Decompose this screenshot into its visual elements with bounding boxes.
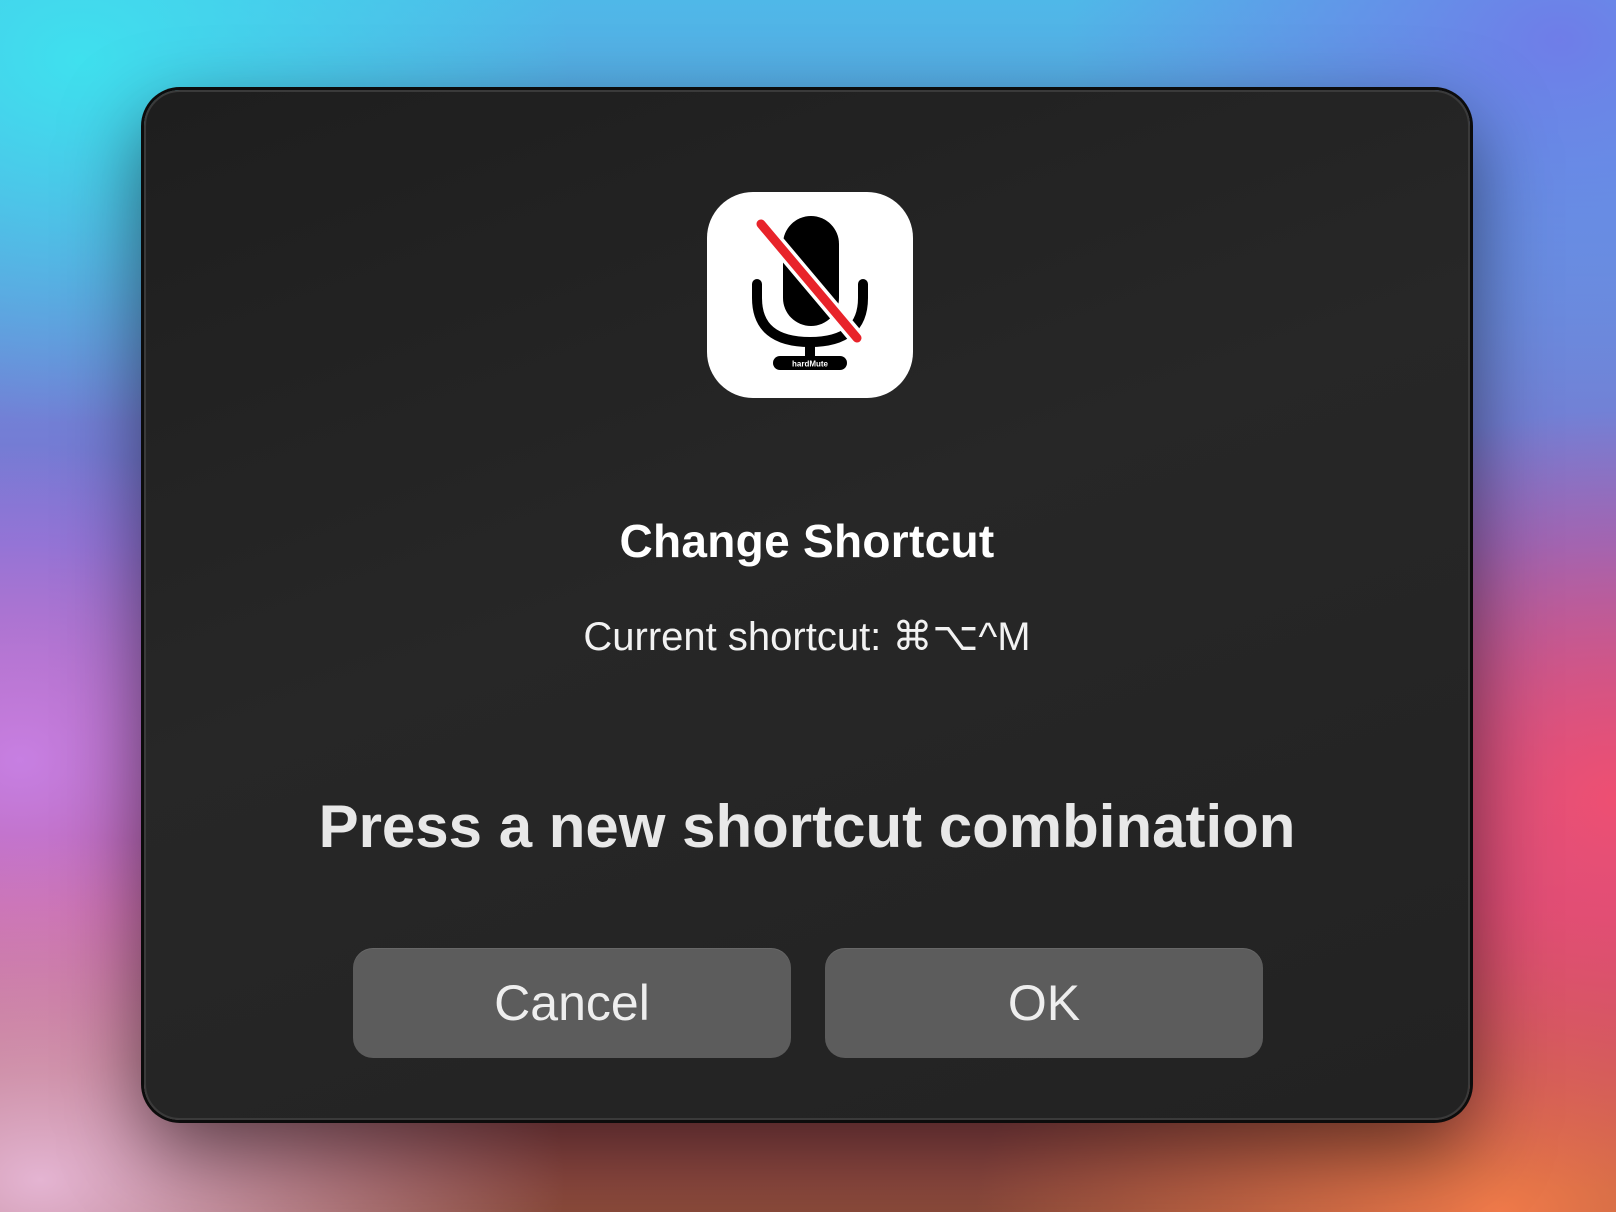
muted-microphone-icon: hardMute (752, 216, 868, 370)
cancel-button[interactable]: Cancel (353, 948, 791, 1058)
ok-button[interactable]: OK (825, 948, 1263, 1058)
app-badge-text: hardMute (792, 360, 829, 369)
dialog-title: Change Shortcut (619, 515, 995, 567)
app-icon: hardMute (707, 192, 913, 398)
current-shortcut-label: Current shortcut: ⌘⌥^M (583, 615, 1031, 659)
shortcut-prompt: Press a new shortcut combination (318, 793, 1296, 860)
change-shortcut-dialog: hardMute Change Shortcut Current shortcu… (144, 90, 1470, 1120)
